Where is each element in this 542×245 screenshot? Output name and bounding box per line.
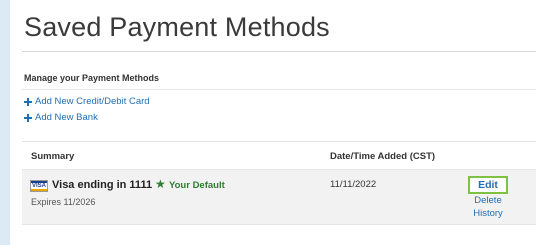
- title-divider: [22, 51, 536, 52]
- add-card-label: Add New Credit/Debit Card: [35, 96, 150, 107]
- star-icon: ★: [155, 177, 166, 191]
- table-header: Summary Date/Time Added (CST): [22, 141, 536, 170]
- add-bank-label: Add New Bank: [35, 112, 98, 123]
- plus-icon: [24, 97, 32, 106]
- edit-button[interactable]: Edit: [468, 176, 508, 194]
- column-header-summary: Summary: [31, 151, 75, 162]
- delete-link[interactable]: Delete: [468, 195, 508, 206]
- history-link[interactable]: History: [468, 208, 508, 219]
- visa-card-icon: VISA: [30, 180, 48, 192]
- default-badge: Your Default: [169, 180, 225, 191]
- table-row: VISA Visa ending in 1111 ★ Your Default …: [22, 169, 536, 225]
- date-added: 11/11/2022: [330, 179, 377, 190]
- section-label: Manage your Payment Methods: [24, 73, 160, 83]
- card-expiry: Expires 11/2026: [31, 197, 96, 207]
- payment-methods-panel: Saved Payment Methods Manage your Paymen…: [10, 0, 542, 245]
- section-divider: [22, 89, 536, 90]
- column-header-date-added: Date/Time Added (CST): [330, 151, 436, 162]
- add-bank-link[interactable]: Add New Bank: [24, 112, 98, 123]
- page-title: Saved Payment Methods: [24, 12, 330, 42]
- card-name: Visa ending in 1111: [52, 179, 153, 191]
- plus-icon: [24, 113, 32, 122]
- add-card-link[interactable]: Add New Credit/Debit Card: [24, 96, 150, 107]
